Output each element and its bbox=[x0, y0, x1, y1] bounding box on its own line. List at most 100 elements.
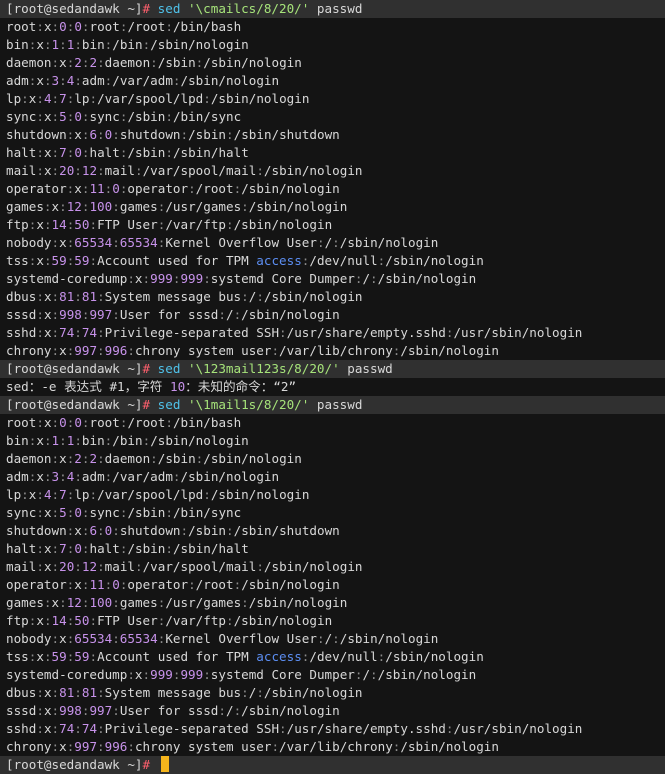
text-number: 999 bbox=[150, 271, 173, 286]
output-line: bin:x:1:1:bin:/bin:/sbin/nologin bbox=[6, 432, 665, 450]
text-string: '\1mail1s/8/20/' bbox=[188, 397, 310, 412]
text-number: 3 bbox=[51, 469, 60, 484]
text-number: 0 bbox=[59, 19, 67, 34]
text-text: /bin/bash bbox=[172, 19, 242, 34]
text-text: operator bbox=[6, 181, 67, 196]
text-separator: : bbox=[172, 469, 181, 484]
text-text: /sbin/nologin bbox=[150, 37, 249, 52]
text-text: /sbin/nologin bbox=[377, 271, 477, 286]
text-separator: : bbox=[112, 523, 120, 538]
text-text: passwd bbox=[309, 397, 363, 412]
text-text: /usr/share/empty.sshd bbox=[286, 721, 446, 736]
text-text: operator bbox=[127, 181, 189, 196]
text-text: /sbin/nologin bbox=[241, 307, 340, 322]
text-separator: : bbox=[59, 433, 67, 448]
text-text: halt bbox=[6, 541, 37, 556]
text-text: x bbox=[59, 739, 67, 754]
text-separator: : bbox=[241, 685, 249, 700]
text-separator: : bbox=[81, 109, 90, 124]
text-separator: : bbox=[36, 703, 44, 718]
output-line: adm:x:3:4:adm:/var/adm:/sbin/nologin bbox=[6, 72, 665, 90]
output-line: dbus:x:81:81:System message bus:/:/sbin/… bbox=[6, 684, 665, 702]
text-text: /sbin bbox=[127, 505, 166, 520]
text-text: Privilege-separated SSH bbox=[104, 325, 280, 340]
text-text: /sbin/nologin bbox=[203, 451, 302, 466]
text-separator: : bbox=[218, 703, 226, 718]
text-text: mail bbox=[6, 163, 37, 178]
output-line: ftp:x:14:50:FTP User:/var/ftp:/sbin/nolo… bbox=[6, 216, 665, 234]
text-text: /sbin/nologin bbox=[203, 55, 302, 70]
text-separator: : bbox=[21, 487, 29, 502]
text-text: /sbin bbox=[127, 145, 166, 160]
text-text: /usr/games bbox=[165, 199, 242, 214]
output-line: daemon:x:2:2:daemon:/sbin:/sbin/nologin bbox=[6, 450, 665, 468]
text-number: 14 bbox=[51, 613, 67, 628]
output-line: mail:x:20:12:mail:/var/spool/mail:/sbin/… bbox=[6, 162, 665, 180]
output-line: mail:x:20:12:mail:/var/spool/mail:/sbin/… bbox=[6, 558, 665, 576]
output-line: chrony:x:997:996:chrony system user:/var… bbox=[6, 738, 665, 756]
text-prompt_hash: # bbox=[142, 397, 151, 412]
text-text: /sbin/nologin bbox=[377, 667, 477, 682]
text-separator: : bbox=[74, 37, 82, 52]
text-number: 59 bbox=[74, 253, 90, 268]
text-text: Account used for TPM bbox=[97, 253, 257, 268]
text-text: x bbox=[59, 451, 67, 466]
text-separator: : bbox=[81, 541, 90, 556]
text-text: tss bbox=[6, 253, 29, 268]
text-text: /dev/null bbox=[309, 253, 378, 268]
output-line: sssd:x:998:997:User for sssd:/:/sbin/nol… bbox=[6, 306, 665, 324]
text-separator: : bbox=[59, 199, 67, 214]
text-text: /var/spool/lpd bbox=[97, 487, 204, 502]
text-text: games bbox=[6, 595, 44, 610]
text-separator: : bbox=[43, 217, 52, 232]
text-text: x bbox=[43, 505, 52, 520]
text-text: daemon bbox=[6, 55, 52, 70]
text-text: mail bbox=[6, 559, 37, 574]
text-text: chrony system user bbox=[134, 343, 272, 358]
text-number: 4 bbox=[43, 91, 52, 106]
text-number: 2 bbox=[89, 451, 98, 466]
text-number: 59 bbox=[74, 649, 90, 664]
text-separator: : bbox=[112, 703, 120, 718]
text-text: x bbox=[43, 145, 52, 160]
text-separator: : bbox=[180, 523, 189, 538]
output-line: lp:x:4:7:lp:/var/spool/lpd:/sbin/nologin bbox=[6, 486, 665, 504]
text-text: adm bbox=[6, 469, 29, 484]
text-text: root bbox=[6, 19, 37, 34]
text-text: /sbin/nologin bbox=[233, 613, 333, 628]
text-number: 10 bbox=[169, 379, 186, 394]
text-number: 999 bbox=[150, 667, 173, 682]
text-text: /var/spool/mail bbox=[142, 559, 257, 574]
text-text: halt bbox=[6, 145, 37, 160]
text-number: 997 bbox=[89, 703, 113, 718]
output-line: shutdown:x:6:0:shutdown:/sbin:/sbin/shut… bbox=[6, 126, 665, 144]
text-separator: : bbox=[97, 55, 105, 70]
text-separator: : bbox=[271, 343, 280, 358]
text-text: /sbin/nologin bbox=[180, 73, 280, 88]
text-separator: : bbox=[241, 199, 249, 214]
text-separator: : bbox=[51, 163, 60, 178]
text-text: /sbin/nologin bbox=[385, 649, 484, 664]
text-separator: : bbox=[81, 19, 90, 34]
text-number: 997 bbox=[74, 739, 98, 754]
text-number: 74 bbox=[81, 721, 98, 736]
text-text: x bbox=[43, 109, 52, 124]
text-space bbox=[180, 397, 188, 412]
text-number: 81 bbox=[81, 289, 98, 304]
text-separator: : bbox=[74, 163, 82, 178]
text-text: /bin/sync bbox=[172, 505, 242, 520]
text-text: x bbox=[59, 55, 67, 70]
text-number: 996 bbox=[104, 343, 128, 358]
terminal-window[interactable]: [root@sedandawk ~]# sed '\cmailcs/8/20/'… bbox=[0, 0, 665, 774]
text-separator: : bbox=[74, 289, 82, 304]
text-text: [root@sedandawk ~] bbox=[6, 757, 143, 772]
text-number: 81 bbox=[59, 289, 75, 304]
text-number: 11 bbox=[89, 577, 105, 592]
text-number: 7 bbox=[59, 91, 67, 106]
text-separator: : bbox=[36, 487, 44, 502]
text-text: /bin bbox=[112, 37, 143, 52]
text-text: Privilege-separated SSH bbox=[104, 721, 280, 736]
text-separator: : bbox=[51, 55, 60, 70]
text-text: /sbin/nologin bbox=[385, 253, 484, 268]
text-separator: : bbox=[89, 487, 98, 502]
